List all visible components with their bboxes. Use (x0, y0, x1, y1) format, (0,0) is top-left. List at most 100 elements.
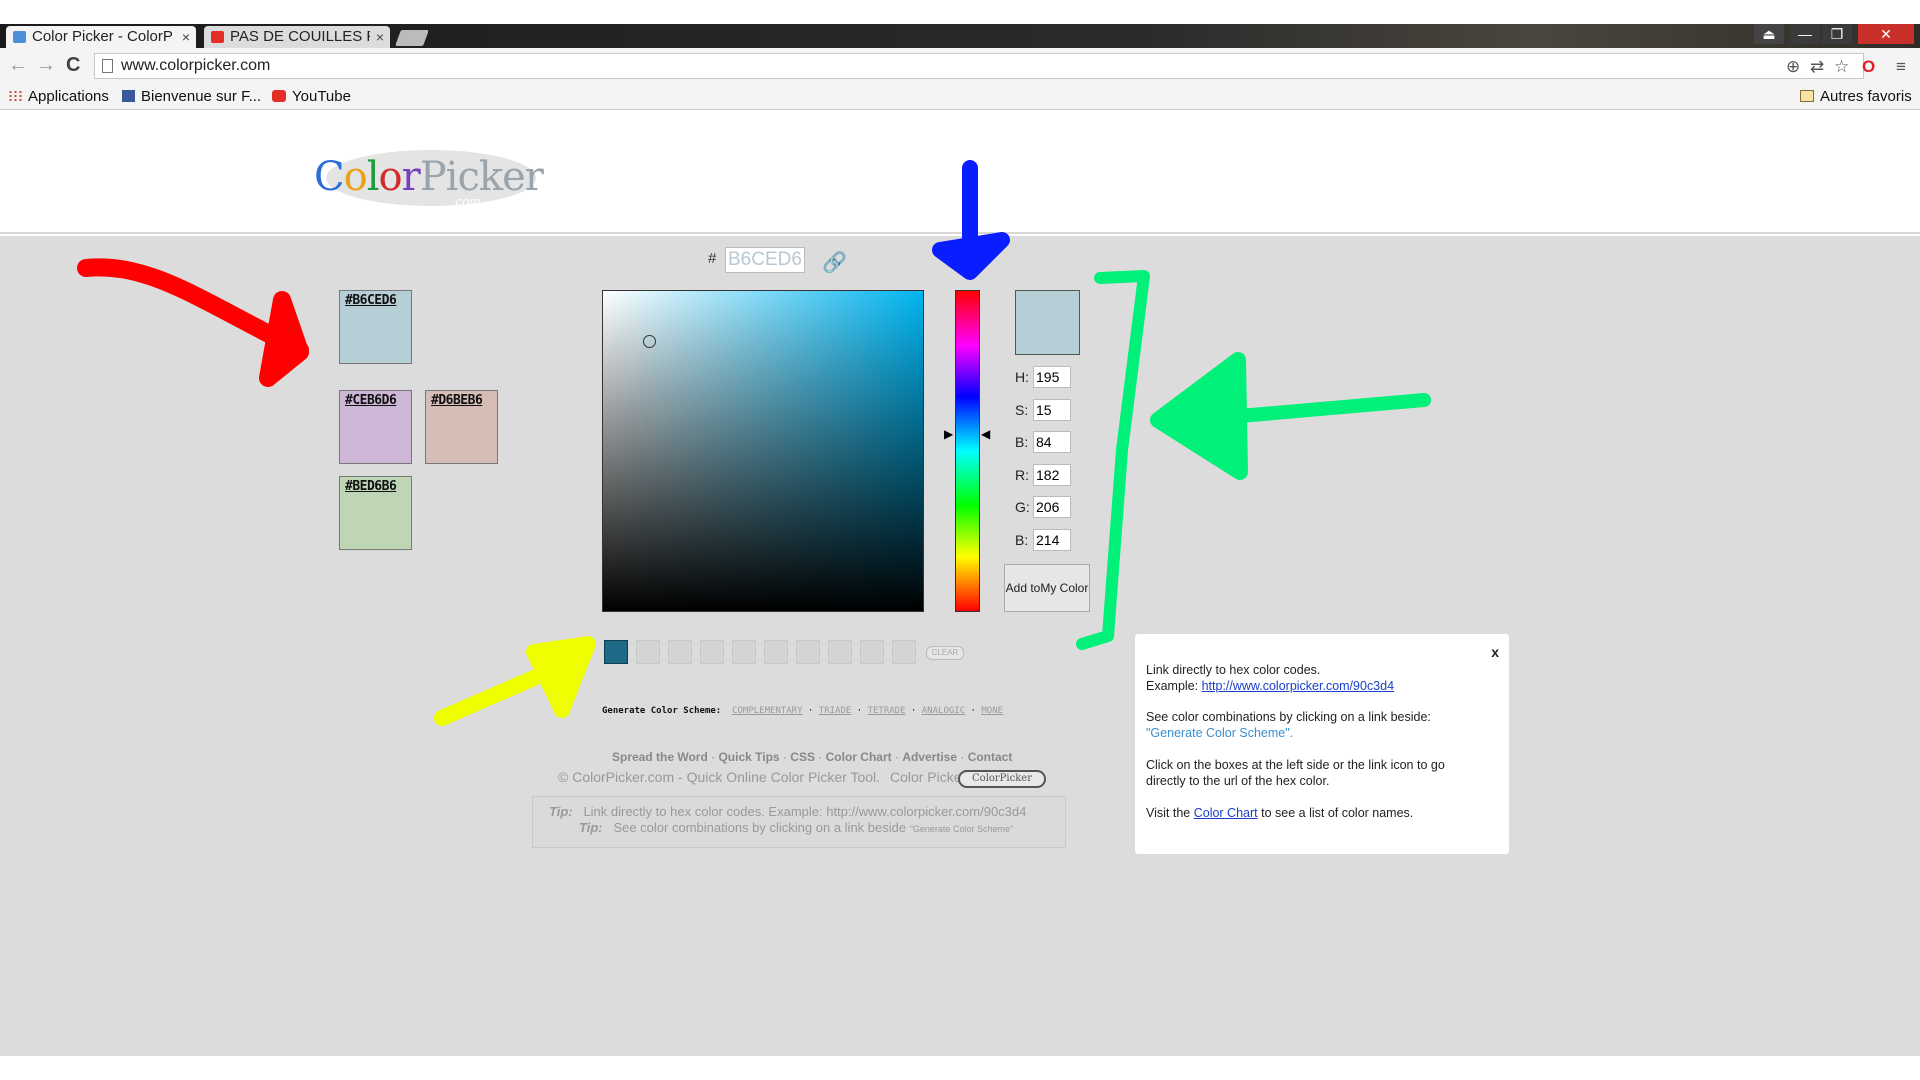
bottom-margin (0, 1056, 1920, 1080)
footer-link-contact[interactable]: Contact (968, 750, 1013, 764)
green-input[interactable] (1033, 496, 1071, 518)
scheme-triade-link[interactable]: TRIADE (819, 706, 852, 716)
top-margin (0, 0, 1920, 24)
info-line: See color combinations by clicking on a … (1146, 710, 1431, 724)
scheme-analogic-link[interactable]: ANALOGIC (922, 706, 965, 716)
bookmark-star-icon[interactable]: ☆ (1834, 57, 1849, 77)
tip-row: Tip: Link directly to hex color codes. E… (549, 804, 1027, 819)
address-bar[interactable]: www.colorpicker.com (94, 53, 1864, 79)
hex-row: # 🔗 (708, 247, 847, 274)
footer-link-quick-tips[interactable]: Quick Tips (718, 750, 779, 764)
history-color-box[interactable] (892, 640, 916, 664)
color-preview (1015, 290, 1080, 355)
history-color-box[interactable] (828, 640, 852, 664)
colorpicker-badge[interactable]: ColorPicker (958, 770, 1046, 788)
swatch-primary[interactable]: #B6CED6 (339, 290, 412, 364)
menu-icon[interactable]: ≡ (1896, 57, 1906, 77)
info-line: Click on the boxes at the left side or t… (1146, 758, 1445, 772)
tab-youtube-video[interactable]: PAS DE COUILLES PL × (204, 26, 390, 48)
tip-row: Tip: See color combinations by clicking … (579, 820, 1014, 835)
footer-link-spread[interactable]: Spread the Word (612, 750, 708, 764)
info-close-button[interactable]: x (1491, 644, 1499, 660)
browser-toolbar: ← → C www.colorpicker.com ⊕ ⇄ ☆ O ≡ (0, 48, 1920, 84)
saturation-brightness-area[interactable] (602, 290, 924, 612)
hue-right-arrow-icon[interactable]: ◀ (981, 427, 990, 441)
tab-close-icon[interactable]: × (376, 26, 384, 48)
forward-button[interactable]: → (36, 54, 56, 77)
translate-icon[interactable]: ⇄ (1810, 57, 1824, 77)
swatch-variant[interactable]: #CEB6D6 (339, 390, 412, 464)
history-color-box[interactable] (700, 640, 724, 664)
maximize-button[interactable]: ❐ (1822, 24, 1852, 44)
info-line: Link directly to hex color codes. (1146, 663, 1321, 677)
other-bookmarks-folder[interactable]: Autres favoris (1800, 88, 1912, 105)
url-text: www.colorpicker.com (121, 57, 271, 74)
scheme-tetrade-link[interactable]: TETRADE (868, 706, 906, 716)
opera-extension-icon[interactable]: O (1862, 57, 1875, 77)
history-color-box[interactable] (764, 640, 788, 664)
blue-input[interactable] (1033, 529, 1071, 551)
bookmark-facebook[interactable]: Bienvenue sur F... (122, 88, 261, 105)
footer-link-color-chart[interactable]: Color Chart (826, 750, 892, 764)
info-panel: x Link directly to hex color codes. Exam… (1135, 634, 1509, 854)
tab-color-picker[interactable]: Color Picker - ColorP × (6, 26, 196, 48)
bookmark-applications[interactable]: Applications (8, 88, 109, 105)
site-header: ColorPicker .com (0, 110, 1920, 234)
footer-link-css[interactable]: CSS (790, 750, 815, 764)
logo-letter: l (366, 154, 380, 200)
saturation-input[interactable] (1033, 399, 1071, 421)
hex-input[interactable] (725, 247, 805, 273)
saturation-field: S: (1015, 399, 1071, 421)
reload-button[interactable]: C (66, 54, 80, 77)
hex-hash-label: # (708, 250, 717, 267)
footer-links: Spread the Word · Quick Tips · CSS · Col… (612, 750, 1013, 764)
page-icon (102, 59, 113, 73)
add-to-my-colors-button[interactable]: Add toMy Color (1004, 564, 1090, 612)
history-color-box[interactable] (860, 640, 884, 664)
info-line: directly to the url of the hex color. (1146, 774, 1330, 788)
swatch-variant[interactable]: #D6BEB6 (425, 390, 498, 464)
history-color-box[interactable] (732, 640, 756, 664)
scheme-mone-link[interactable]: MONE (981, 706, 1003, 716)
colorpicker-logo[interactable]: ColorPicker .com (312, 136, 544, 216)
logo-letter: r (401, 154, 421, 200)
red-input[interactable] (1033, 464, 1071, 486)
footer-link-advertise[interactable]: Advertise (902, 750, 957, 764)
hue-input[interactable] (1033, 366, 1071, 388)
color-chart-link[interactable]: Color Chart (1194, 806, 1258, 820)
history-color-box[interactable] (796, 640, 820, 664)
minimize-button[interactable]: — (1790, 24, 1820, 44)
tab-close-icon[interactable]: × (182, 26, 190, 48)
picker-area: # 🔗 #B6CED6 #CEB6D6 #D6BEB6 #BED6B6 ▶ ◀ … (0, 236, 1920, 1056)
history-color-box[interactable] (636, 640, 660, 664)
example-link[interactable]: http://www.colorpicker.com/90c3d4 (1202, 679, 1394, 693)
swatch-variant[interactable]: #BED6B6 (339, 476, 412, 550)
blue-field: B: (1015, 529, 1071, 551)
link-icon[interactable]: 🔗 (822, 250, 847, 275)
brightness-field: B: (1015, 431, 1071, 453)
clear-history-button[interactable]: CLEAR (926, 646, 964, 660)
colorpicker-favicon-icon (13, 31, 26, 43)
apps-grid-icon (8, 90, 22, 102)
generate-color-scheme: Generate Color Scheme: COMPLEMENTARY · T… (602, 706, 1004, 716)
facebook-icon (122, 90, 135, 102)
zoom-icon[interactable]: ⊕ (1786, 57, 1800, 77)
copyright-color-picker-link[interactable]: Color Picker (890, 769, 966, 785)
scheme-complementary-link[interactable]: COMPLEMENTARY (732, 706, 802, 716)
history-color-box[interactable] (604, 640, 628, 664)
history-color-box[interactable] (668, 640, 692, 664)
hue-slider[interactable] (955, 290, 980, 612)
bookmark-youtube[interactable]: YouTube (272, 88, 351, 105)
tab-strip: Color Picker - ColorP × PAS DE COUILLES … (0, 24, 1920, 48)
hue-left-arrow-icon[interactable]: ▶ (944, 427, 953, 441)
user-profile-icon[interactable]: ⏏ (1754, 24, 1784, 44)
info-scheme-text: "Generate Color Scheme". (1146, 726, 1294, 740)
brightness-input[interactable] (1033, 431, 1071, 453)
back-button[interactable]: ← (8, 54, 28, 77)
sv-cursor-handle[interactable] (643, 335, 656, 348)
logo-letter: e (502, 154, 526, 200)
red-field: R: (1015, 464, 1071, 486)
new-tab-button[interactable] (395, 30, 429, 46)
close-window-button[interactable]: ✕ (1858, 24, 1914, 44)
copyright-text: © ColorPicker.com - Quick Online Color P… (558, 769, 967, 785)
